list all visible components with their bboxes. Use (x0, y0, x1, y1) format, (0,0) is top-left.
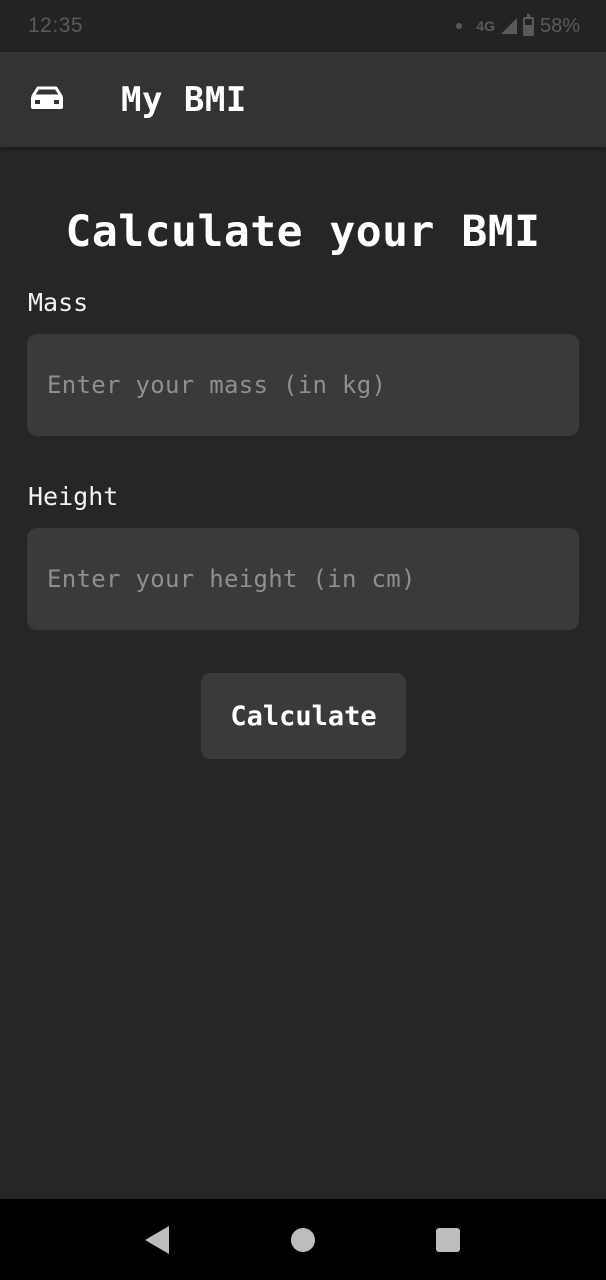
status-indicators: 4G 58% (456, 13, 580, 38)
back-icon[interactable] (145, 1226, 169, 1254)
car-front-icon[interactable] (29, 85, 65, 113)
app-title: My BMI (121, 80, 247, 120)
status-time: 12:35 (28, 14, 84, 37)
network-type: 4G (476, 18, 495, 34)
status-bar: 12:35 4G 58% (0, 0, 606, 52)
mass-input[interactable] (47, 371, 579, 399)
mass-field-container[interactable] (27, 334, 579, 436)
notification-dot-icon (456, 23, 463, 29)
height-field-container[interactable] (27, 528, 579, 630)
height-input[interactable] (47, 565, 579, 593)
page-title: Calculate your BMI (65, 207, 541, 257)
battery-level: 58% (539, 14, 580, 37)
app-bar: My BMI (0, 52, 606, 147)
navigation-bar (0, 1199, 606, 1280)
battery-icon (522, 13, 534, 36)
recents-icon[interactable] (436, 1228, 460, 1252)
height-label: Height (28, 482, 119, 511)
mass-label: Mass (28, 288, 89, 317)
home-icon[interactable] (291, 1228, 315, 1252)
calculate-button[interactable]: Calculate (201, 673, 406, 759)
screen: 12:35 4G 58% My BMI Calculate your BMI M… (0, 0, 606, 1280)
signal-icon (500, 18, 517, 34)
